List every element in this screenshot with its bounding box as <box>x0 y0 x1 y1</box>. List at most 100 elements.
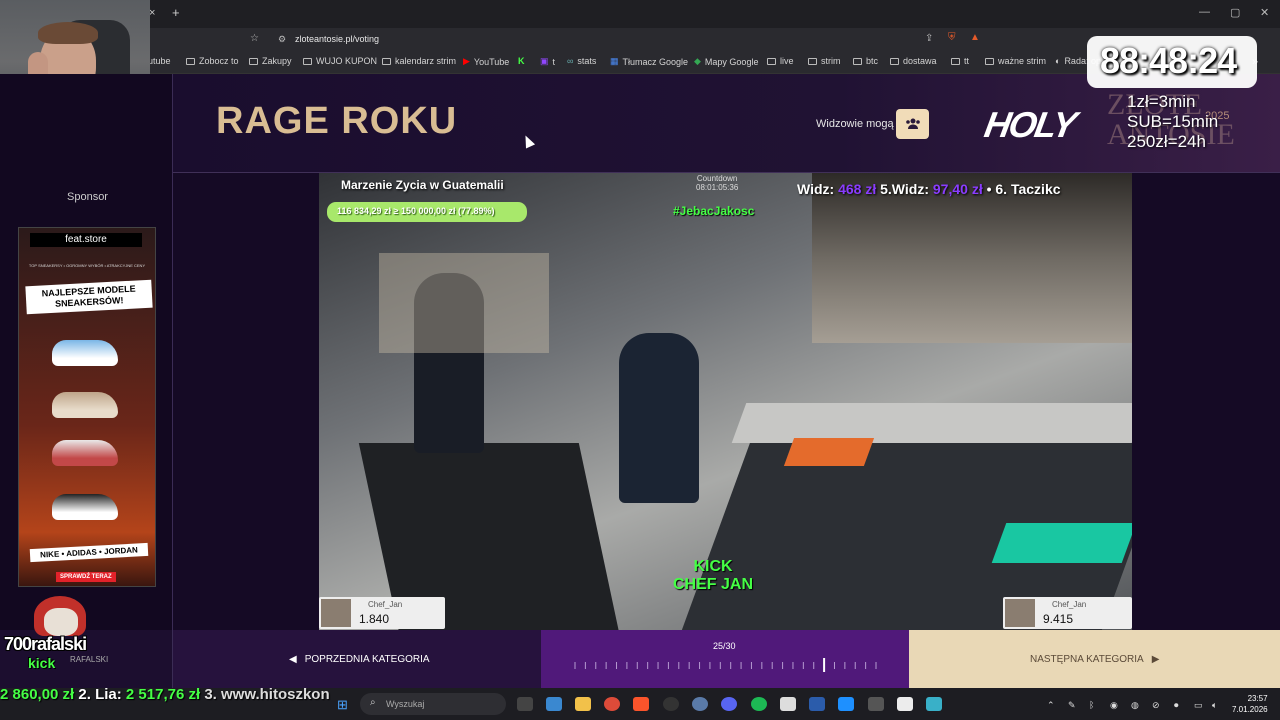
bookmark-item[interactable]: ▣ t <box>540 56 555 67</box>
tray-app-icon[interactable]: ⊘ <box>1152 700 1160 711</box>
share-icon[interactable]: ⇪ <box>925 33 933 44</box>
folder-icon[interactable] <box>575 697 591 711</box>
rate-line: SUB=15min <box>1127 112 1219 131</box>
volume-icon[interactable]: 🔈︎ <box>1212 700 1217 711</box>
app-icon[interactable] <box>809 697 825 711</box>
next-category-button[interactable]: NASTĘPNA KATEGORIA ▶ <box>909 630 1280 688</box>
spotify-icon[interactable] <box>751 697 767 711</box>
category-counter: 25/30 <box>713 641 736 651</box>
network-icon[interactable]: ▭ <box>1194 700 1203 711</box>
category-progress-ticks <box>574 658 877 672</box>
brave-rewards-icon[interactable]: ▲ <box>970 32 980 43</box>
bookmark-item[interactable]: ważne strim <box>985 56 1046 66</box>
bookmark-item[interactable]: Zakupy <box>249 56 292 66</box>
site-info-icon[interactable]: ⚙ <box>278 34 286 45</box>
voting-label: Widzowie mogą <box>816 118 894 130</box>
bookmark-item[interactable]: utube <box>148 56 171 66</box>
app-icon[interactable] <box>868 697 884 711</box>
subathon-timer: 88:48:24 <box>1100 40 1237 81</box>
app-icon[interactable] <box>838 697 854 711</box>
new-tab-button[interactable]: + <box>172 5 180 20</box>
ad-tagline: TOP SNEAKERSY • OGROMNY WYBÓR • ATRAKCYJ… <box>28 263 146 268</box>
channel-thumbnail <box>1005 599 1035 627</box>
bookmark-item[interactable]: ▦ Tłumacz Google <box>610 56 688 67</box>
maps-icon: ◆ <box>694 56 701 66</box>
discord-icon[interactable] <box>721 697 737 711</box>
rate-line: 250zł=24h <box>1127 132 1206 151</box>
close-window-button[interactable]: ✕ <box>1260 6 1269 19</box>
folder-icon <box>186 57 195 65</box>
bookmark-item[interactable]: kalendarz strim <box>382 56 456 66</box>
folder-icon <box>808 57 817 65</box>
sneaker-image <box>52 392 118 418</box>
bookmark-item[interactable]: strim <box>808 56 841 66</box>
viewer-count-card: Chef_Jan 1.840 <box>319 597 445 629</box>
task-view-icon[interactable] <box>517 697 533 711</box>
sneaker-image <box>52 340 118 366</box>
url-bar[interactable]: zloteantosie.pl/voting <box>295 34 379 44</box>
app-icon[interactable] <box>897 697 913 711</box>
app-icon[interactable] <box>926 697 942 711</box>
chrome-icon[interactable] <box>604 697 620 711</box>
timer-rates: 1zł=3min SUB=15min 250zł=24h <box>1127 92 1218 152</box>
viewers-vote-button[interactable] <box>896 109 929 139</box>
sneaker-image <box>52 494 118 520</box>
streamer-name: 700rafalski <box>4 634 87 654</box>
maximize-button[interactable]: ▢ <box>1230 6 1240 19</box>
tray-app-icon[interactable]: ◍ <box>1131 700 1139 711</box>
bookmark-item[interactable]: Zobocz to <box>186 56 239 66</box>
folder-icon <box>985 57 994 65</box>
bookmark-item[interactable]: dostawa <box>890 56 937 66</box>
ad-cta-button[interactable]: SPRAWDŹ TERAZ <box>56 572 116 582</box>
bookmark-item[interactable]: btc <box>853 56 878 66</box>
kick-bookmark[interactable]: K <box>518 56 525 66</box>
rate-line: 1zł=3min <box>1127 92 1196 111</box>
tray-app-icon[interactable]: ◉ <box>1110 700 1118 711</box>
arrow-left-icon: ◀ <box>289 653 297 665</box>
holy-sponsor-logo: HOLY <box>981 104 1079 145</box>
taskbar-clock[interactable]: 23:57 7.01.2026 <box>1232 693 1268 715</box>
stats-icon: ∞ <box>567 56 574 66</box>
bookmark-item[interactable]: ∞ stats <box>567 56 596 66</box>
taskbar-search[interactable]: Wyszukaj <box>360 693 506 715</box>
bookmark-item[interactable]: ◆ Mapy Google <box>694 56 758 67</box>
youtube-icon: ▶ <box>463 56 470 66</box>
windows-start-icon[interactable]: ⊞ <box>337 697 348 713</box>
channel-thumbnail <box>321 599 351 627</box>
explorer-icon[interactable] <box>546 697 562 711</box>
translate-icon: ▦ <box>610 56 619 66</box>
sponsor-label: Sponsor <box>67 191 108 203</box>
arrow-right-icon: ▶ <box>1151 653 1160 665</box>
kick-logo: kick <box>28 655 56 671</box>
stream-donor-ticker: Widz: 468 zł 5.Widz: 97,40 zł • 6. Taczi… <box>797 181 1061 197</box>
previous-category-button[interactable]: ◀ POPRZEDNIA KATEGORIA <box>173 630 541 688</box>
bookmark-item[interactable]: live <box>767 56 794 66</box>
bluetooth-icon[interactable]: ᛒ <box>1089 700 1094 710</box>
pen-icon[interactable]: ✎ <box>1068 700 1076 711</box>
folder-icon <box>767 57 776 65</box>
viewer-count-card: Chef_Jan 9.415 <box>1003 597 1132 629</box>
search-icon: ⌕ <box>370 697 376 708</box>
folder-icon <box>249 57 258 65</box>
bookmark-item[interactable]: WUJO KUPON <box>303 56 377 66</box>
chevron-up-icon[interactable]: ⌃ <box>1047 700 1055 711</box>
sneaker-image <box>52 440 118 466</box>
obs-icon[interactable] <box>663 697 679 711</box>
folder-icon <box>382 57 391 65</box>
app-icon[interactable] <box>692 697 708 711</box>
brave-icon[interactable] <box>633 697 649 711</box>
app-icon[interactable] <box>780 697 796 711</box>
stream-title: Marzenie Zycia w Guatemalii <box>341 178 504 192</box>
rada-icon: ◐ <box>1055 56 1061 66</box>
twitch-icon: ▣ <box>540 56 549 66</box>
bookmark-item[interactable]: ▶ YouTube <box>463 56 509 67</box>
bookmark-item[interactable]: tt <box>951 56 969 66</box>
folder-icon <box>890 57 899 65</box>
stream-countdown: Countdown 08:01:05:36 <box>696 174 739 192</box>
bookmark-star-icon[interactable]: ☆ <box>250 33 259 44</box>
brave-shield-icon[interactable]: ⛨ <box>948 32 956 43</box>
minimize-button[interactable]: — <box>1199 6 1210 18</box>
streamer-subtitle: RAFALSKI <box>70 655 109 664</box>
microphone-icon[interactable]: ⏺ <box>1174 700 1179 711</box>
kick-channel-label: KICK CHEF JAN <box>673 558 754 593</box>
